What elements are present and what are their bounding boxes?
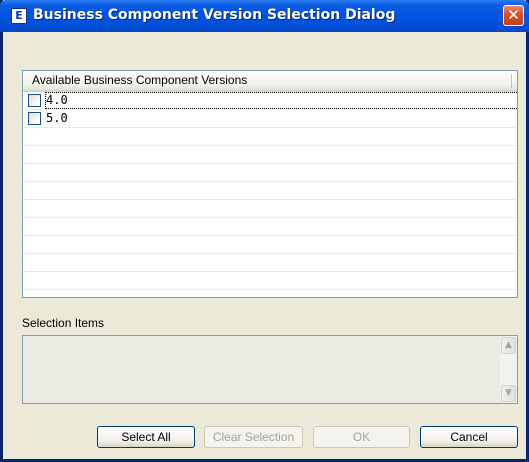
version-checkbox[interactable]	[28, 94, 41, 107]
empty-row	[23, 218, 517, 236]
selection-items-area[interactable]: ▲ ▼	[22, 335, 518, 404]
close-button[interactable]: ✕	[503, 5, 524, 26]
select-all-button[interactable]: Select All	[97, 426, 195, 448]
version-checkbox[interactable]	[28, 112, 41, 125]
versions-column-header-label: Available Business Component Versions	[32, 73, 248, 87]
ok-button[interactable]: OK	[313, 426, 410, 448]
empty-row	[23, 164, 517, 182]
column-divider	[511, 74, 512, 88]
clear-selection-button[interactable]: Clear Selection	[204, 426, 303, 448]
version-label: 4.0	[45, 92, 517, 109]
cancel-button[interactable]: Cancel	[420, 426, 518, 448]
title-bar[interactable]: E Business Component Version Selection D…	[0, 0, 529, 32]
empty-row	[23, 254, 517, 272]
version-row[interactable]: 5.0	[23, 110, 517, 128]
available-versions-table: Available Business Component Versions 4.…	[22, 70, 518, 298]
scroll-down-icon[interactable]: ▼	[501, 385, 516, 402]
scroll-up-icon[interactable]: ▲	[501, 337, 516, 354]
versions-column-header[interactable]: Available Business Component Versions	[23, 71, 517, 92]
selection-items-label: Selection Items	[22, 316, 105, 330]
empty-row	[23, 128, 517, 146]
empty-row	[23, 290, 517, 297]
close-icon: ✕	[507, 6, 520, 24]
empty-row	[23, 272, 517, 290]
version-label: 5.0	[46, 111, 68, 125]
empty-row	[23, 182, 517, 200]
app-icon: E	[11, 8, 27, 24]
empty-row	[23, 146, 517, 164]
dialog-title: Business Component Version Selection Dia…	[33, 7, 396, 23]
version-row[interactable]: 4.0	[23, 92, 517, 110]
vertical-scrollbar[interactable]: ▲ ▼	[500, 336, 517, 403]
dialog-window: E Business Component Version Selection D…	[0, 0, 529, 462]
versions-list: 4.0 5.0	[23, 92, 517, 297]
empty-row	[23, 236, 517, 254]
empty-row	[23, 200, 517, 218]
